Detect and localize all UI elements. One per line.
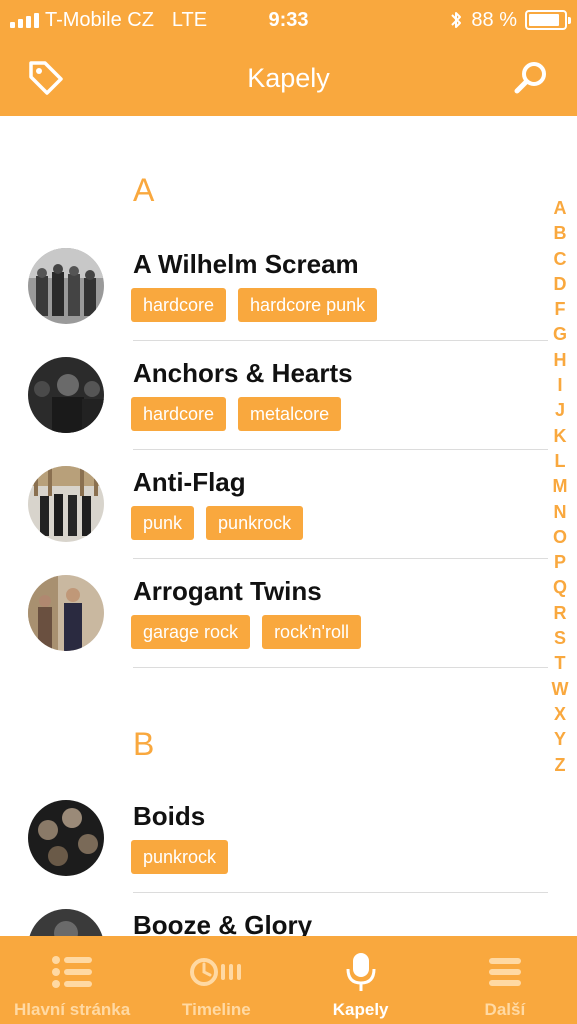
tag-filter-button[interactable] bbox=[22, 54, 70, 102]
genre-tag[interactable]: garage rock bbox=[131, 615, 251, 649]
genre-tag[interactable]: punk bbox=[131, 506, 195, 540]
index-letter[interactable]: Y bbox=[554, 727, 566, 752]
genre-tag[interactable]: metalcore bbox=[238, 397, 342, 431]
index-letter[interactable]: A bbox=[554, 196, 567, 221]
search-button[interactable] bbox=[507, 54, 555, 102]
band-row-anchors-hearts[interactable]: Anchors & Hearts hardcore metalcore bbox=[0, 341, 577, 450]
nav-bar: Kapely bbox=[0, 40, 577, 116]
microphone-icon bbox=[345, 950, 377, 994]
band-avatar bbox=[28, 248, 104, 324]
tab-label: Kapely bbox=[332, 1000, 389, 1019]
band-name: Booze & Glory bbox=[133, 910, 313, 936]
index-letter[interactable]: H bbox=[554, 348, 567, 373]
status-bar: T-Mobile CZ LTE 9:33 88 % bbox=[0, 0, 577, 40]
index-letter[interactable]: G bbox=[553, 322, 567, 347]
list-icon bbox=[50, 950, 94, 994]
band-avatar bbox=[28, 575, 104, 651]
band-avatar bbox=[28, 357, 104, 433]
index-letter[interactable]: Q bbox=[553, 575, 567, 600]
index-letter[interactable]: F bbox=[555, 297, 566, 322]
network-type: LTE bbox=[171, 8, 208, 31]
tab-label: Timeline bbox=[182, 1000, 251, 1019]
clock-icon bbox=[188, 950, 244, 994]
battery-percent: 88 % bbox=[471, 8, 517, 31]
index-letter[interactable]: T bbox=[555, 651, 566, 676]
tab-label: Hlavní stránka bbox=[14, 1000, 131, 1019]
signal-strength-icon bbox=[10, 12, 39, 28]
genre-tag[interactable]: punkrock bbox=[131, 840, 229, 874]
row-divider bbox=[133, 667, 548, 668]
genre-tag[interactable]: hardcore bbox=[131, 288, 227, 322]
index-letter[interactable]: O bbox=[553, 525, 567, 550]
band-avatar bbox=[28, 466, 104, 542]
band-name: Boids bbox=[133, 801, 206, 831]
index-letter[interactable]: N bbox=[554, 500, 567, 525]
genre-tag[interactable]: punkrock bbox=[206, 506, 304, 540]
band-name: A Wilhelm Scream bbox=[133, 249, 359, 279]
band-row-booze-glory[interactable]: Booze & Glory bbox=[0, 893, 577, 936]
carrier-name: T-Mobile CZ bbox=[45, 8, 154, 31]
tab-label: Další bbox=[484, 1000, 526, 1019]
genre-tag[interactable]: rock'n'roll bbox=[262, 615, 361, 649]
tab-home[interactable]: Hlavní stránka bbox=[0, 936, 144, 1024]
index-letter[interactable]: C bbox=[554, 247, 567, 272]
section-header-a: A bbox=[133, 172, 155, 208]
bluetooth-icon bbox=[451, 12, 462, 28]
band-list[interactable]: A A Wilhelm Scream hardcore hardcore pun… bbox=[0, 116, 577, 936]
band-name: Anchors & Hearts bbox=[133, 358, 353, 388]
genre-tag[interactable]: hardcore bbox=[131, 397, 227, 431]
band-name: Anti-Flag bbox=[133, 467, 246, 497]
genre-tags: hardcore metalcore bbox=[131, 397, 342, 431]
band-name: Arrogant Twins bbox=[133, 576, 322, 606]
battery-icon bbox=[525, 10, 571, 30]
index-letter[interactable]: K bbox=[554, 424, 567, 449]
index-letter[interactable]: Z bbox=[555, 753, 566, 778]
index-letter[interactable]: W bbox=[552, 677, 569, 702]
band-avatar bbox=[28, 909, 104, 936]
index-letter[interactable]: M bbox=[553, 474, 568, 499]
genre-tag[interactable]: hardcore punk bbox=[238, 288, 378, 322]
index-letter[interactable]: L bbox=[555, 449, 566, 474]
tab-timeline[interactable]: Timeline bbox=[144, 936, 288, 1024]
index-letter[interactable]: B bbox=[554, 221, 567, 246]
section-header-b: B bbox=[133, 726, 155, 762]
tab-bar: Hlavní stránka Timeline Kapely Další bbox=[0, 936, 577, 1024]
index-letter[interactable]: P bbox=[554, 550, 566, 575]
search-icon bbox=[514, 62, 546, 94]
genre-tags: hardcore hardcore punk bbox=[131, 288, 378, 322]
band-row-boids[interactable]: Boids punkrock bbox=[0, 784, 577, 893]
index-letter[interactable]: D bbox=[554, 272, 567, 297]
band-row-anti-flag[interactable]: Anti-Flag punk punkrock bbox=[0, 450, 577, 559]
alphabet-index[interactable]: A B C D F G H I J K L M N O P Q R S T W … bbox=[549, 196, 571, 778]
genre-tags: punk punkrock bbox=[131, 506, 304, 540]
index-letter[interactable]: S bbox=[554, 626, 566, 651]
page-title: Kapely bbox=[247, 62, 330, 93]
genre-tags: garage rock rock'n'roll bbox=[131, 615, 361, 649]
band-row-a-wilhelm-scream[interactable]: A Wilhelm Scream hardcore hardcore punk bbox=[0, 232, 577, 341]
band-row-arrogant-twins[interactable]: Arrogant Twins garage rock rock'n'roll bbox=[0, 559, 577, 668]
index-letter[interactable]: J bbox=[555, 398, 565, 423]
index-letter[interactable]: I bbox=[557, 373, 562, 398]
index-letter[interactable]: R bbox=[554, 601, 567, 626]
tag-icon bbox=[29, 61, 63, 95]
band-avatar bbox=[28, 800, 104, 876]
index-letter[interactable]: X bbox=[554, 702, 566, 727]
tab-more[interactable]: Další bbox=[433, 936, 577, 1024]
genre-tags: punkrock bbox=[131, 840, 229, 874]
tab-kapely[interactable]: Kapely bbox=[289, 936, 433, 1024]
menu-icon bbox=[487, 950, 523, 994]
